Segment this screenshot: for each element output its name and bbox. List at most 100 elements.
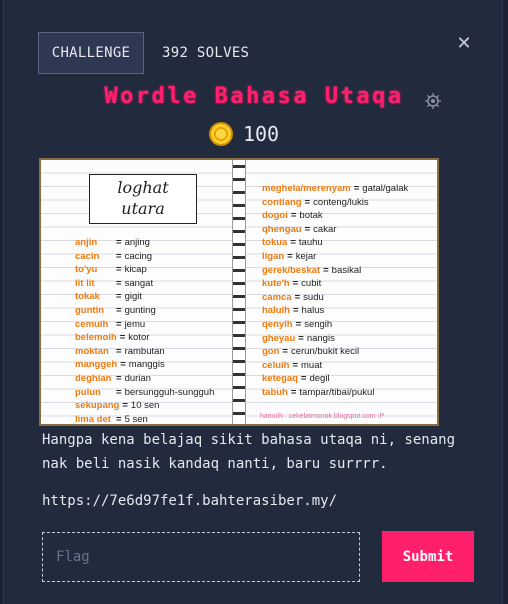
vocab-equals: =	[116, 386, 122, 398]
vocab-meaning: sangat	[124, 277, 154, 289]
vocab-row: tokua = tauhu	[262, 236, 408, 250]
notebook-right-page: meghela/merenyam = gatal/galak contiang = con…	[240, 160, 437, 424]
vocab-equals: =	[295, 318, 302, 330]
vocab-row: ketegaq = degil	[262, 372, 408, 386]
vocab-term: tabuh	[262, 386, 288, 398]
vocab-meaning: 5 sen	[124, 413, 148, 424]
vocab-meaning: 10 sen	[130, 400, 160, 412]
vocab-term: belemoih	[75, 332, 117, 344]
vocab-row: anjin = anjing	[75, 236, 214, 250]
vocab-term: guntin	[75, 304, 105, 316]
vocab-equals: =	[304, 223, 311, 235]
vocab-list-right: meghela/merenyam = gatal/galak contiang = con…	[262, 182, 408, 400]
vocab-term: lima det	[75, 413, 111, 424]
vocab-term: pulun	[75, 386, 101, 398]
vocab-term: qhengau	[262, 223, 302, 235]
tab-solves[interactable]: 392 SOLVES	[162, 45, 249, 61]
vocab-meaning: nangis	[306, 332, 335, 344]
points-row: 100	[4, 122, 504, 146]
vocab-meaning: anjing	[124, 237, 150, 248]
vocab-term: deghian	[75, 372, 112, 384]
vocab-meaning: cakar	[313, 223, 337, 235]
vocab-term: gheyau	[262, 332, 296, 344]
challenge-image: loghat utara anjin = anjing cacin = cacing to'…	[39, 158, 439, 426]
vocab-term: cemuih	[75, 318, 109, 330]
flag-input[interactable]	[42, 532, 360, 582]
hand-title-line2: utara	[121, 199, 165, 218]
vocab-row: belemoih = kotor	[75, 331, 214, 345]
vocab-term: contiang	[262, 196, 302, 208]
vocab-equals: =	[290, 210, 297, 222]
vocab-meaning: gatal/galak	[362, 183, 409, 194]
vocab-row: celuih = muat	[262, 359, 408, 373]
vocab-meaning: muat	[301, 359, 323, 371]
notebook-footer: hamoih : cekelatmonok.blogspot.com :P	[260, 413, 385, 420]
points-value: 100	[242, 122, 280, 146]
vocab-equals: =	[294, 291, 301, 303]
vocab-row: gerek/beskat = basikal	[262, 264, 408, 278]
vocab-row: gheyau = nangis	[262, 332, 408, 346]
vocab-equals: =	[292, 278, 299, 290]
vocab-term: meghela/merenyam	[262, 183, 351, 194]
gear-icon[interactable]	[424, 92, 442, 110]
vocab-meaning: bersungguh-sungguh	[124, 386, 215, 398]
vocab-term: celuih	[262, 359, 290, 371]
vocab-equals: =	[298, 332, 304, 344]
vocab-term: sekupang	[75, 400, 120, 412]
vocab-row: contiang = conteng/lukis	[262, 196, 408, 210]
title-row: Wordle Bahasa Utaqa	[4, 84, 504, 109]
vocab-meaning: rambutan	[124, 345, 165, 357]
vocab-term: dogoi	[262, 210, 288, 222]
vocab-term: tokua	[262, 237, 288, 249]
vocab-equals: =	[353, 183, 360, 194]
vocab-term: haluih	[262, 305, 290, 317]
notebook-spiral	[232, 160, 246, 424]
submit-button[interactable]: Submit	[382, 531, 474, 582]
close-icon[interactable]: ✕	[456, 35, 472, 53]
vocab-meaning: degil	[309, 373, 330, 385]
vocab-meaning: kejar	[295, 250, 317, 262]
vocab-row: qenyih = sengih	[262, 318, 408, 332]
tab-challenge[interactable]: CHALLENGE	[38, 32, 144, 74]
vocab-term: camca	[262, 291, 292, 303]
vocab-equals: =	[116, 264, 122, 276]
vocab-term: lit lit	[75, 277, 95, 289]
vocab-meaning: tauhu	[298, 237, 323, 249]
vocab-row: cacin = cacing	[75, 250, 214, 264]
vocab-term: kute'h	[262, 278, 290, 290]
vocab-meaning: sudu	[303, 291, 324, 303]
vocab-equals: =	[116, 345, 122, 357]
vocab-row: guntin = gunting	[75, 304, 214, 318]
vocab-meaning: cerun/bukit kecil	[290, 346, 360, 358]
vocab-meaning: kicap	[124, 264, 147, 276]
vocab-row: tabuh = tampar/tibai/pukul	[262, 386, 408, 400]
vocab-meaning: cacing	[124, 250, 153, 262]
vocab-row: qhengau = cakar	[262, 223, 408, 237]
vocab-meaning: durian	[124, 372, 151, 384]
vocab-row: dogoi = botak	[262, 209, 408, 223]
notebook-hand-title: loghat utara	[89, 174, 197, 224]
vocab-equals: =	[116, 372, 122, 384]
vocab-equals: =	[119, 332, 126, 344]
vocab-equals: =	[292, 359, 299, 371]
vocab-term: ligan	[262, 250, 285, 262]
vocab-term: tokak	[75, 291, 100, 303]
vocab-equals: =	[122, 400, 128, 412]
vocab-row: ligan = kejar	[262, 250, 408, 264]
vocab-equals: =	[304, 196, 311, 208]
vocab-term: gerek/beskat	[262, 264, 321, 276]
challenge-link[interactable]: https://7e6d97fe1f.bahterasiber.my/	[42, 493, 337, 509]
vocab-row: cemuih = jemu	[75, 318, 214, 332]
vocab-row: sekupang = 10 sen	[75, 399, 214, 413]
vocab-equals: =	[323, 264, 329, 276]
vocab-meaning: conteng/lukis	[313, 196, 369, 208]
vocab-row: kute'h = cubit	[262, 277, 408, 291]
vocab-equals: =	[116, 291, 122, 303]
vocab-equals: =	[292, 305, 299, 317]
vocab-list-left: anjin = anjing cacin = cacing to'yu = kicap lit l…	[75, 236, 214, 424]
vocab-meaning: gunting	[124, 304, 156, 316]
vocab-term: ketegaq	[262, 373, 298, 385]
vocab-row: deghian = durian	[75, 372, 214, 386]
vocab-equals: =	[116, 250, 122, 262]
vocab-meaning: botak	[299, 210, 323, 222]
